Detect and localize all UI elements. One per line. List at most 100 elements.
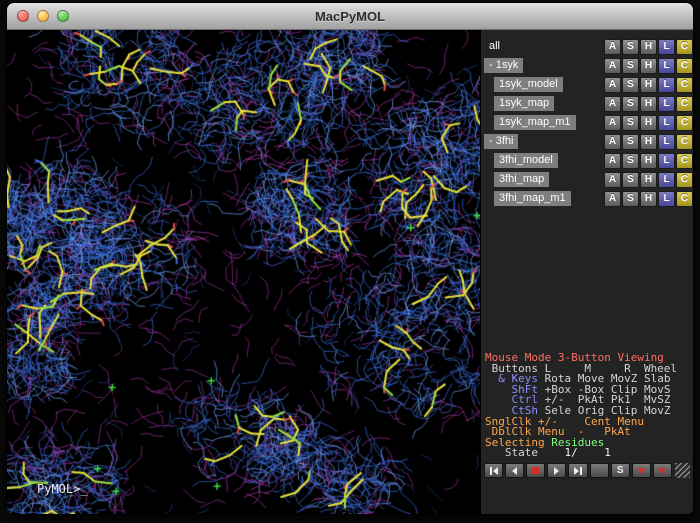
prompt-label: PyMOL> <box>37 482 80 496</box>
movie-button[interactable] <box>590 463 609 478</box>
object-buttons: ASHLC <box>603 115 693 131</box>
l-button[interactable]: L <box>658 115 675 131</box>
h-button[interactable]: H <box>640 191 657 207</box>
l-button[interactable]: L <box>658 134 675 150</box>
skip-start-icon <box>490 467 498 475</box>
object-name[interactable]: 1syk_model <box>494 77 563 92</box>
movie-controls: S <box>481 461 693 480</box>
object-buttons: ASHLC <box>603 172 693 188</box>
l-button[interactable]: L <box>658 191 675 207</box>
c-button[interactable]: C <box>676 191 693 207</box>
step-back-button[interactable] <box>505 463 524 478</box>
a-button[interactable]: A <box>604 96 621 112</box>
menu-down-button-2[interactable] <box>653 463 672 478</box>
c-button[interactable]: C <box>676 58 693 74</box>
a-button[interactable]: A <box>604 172 621 188</box>
s-button[interactable]: S <box>622 39 639 55</box>
c-button[interactable]: C <box>676 134 693 150</box>
s-button[interactable]: S <box>622 134 639 150</box>
object-name[interactable]: 1syk_map <box>494 96 554 111</box>
resize-grip[interactable] <box>675 463 690 478</box>
object-buttons: ASHLC <box>603 58 693 74</box>
s-button[interactable]: S <box>622 77 639 93</box>
c-button[interactable]: C <box>676 96 693 112</box>
l-button[interactable]: L <box>658 39 675 55</box>
scene-button[interactable]: S <box>611 463 630 478</box>
molecular-viewport[interactable]: PyMOL>_ <box>7 30 480 514</box>
l-button[interactable]: L <box>658 153 675 169</box>
a-button[interactable]: A <box>604 39 621 55</box>
l-button[interactable]: L <box>658 96 675 112</box>
object-row-1syk_map_m1: 1syk_map_m1 ASHLC <box>481 114 693 131</box>
object-buttons: ASHLC <box>603 153 693 169</box>
macpymol-window: MacPyMOL PyMOL>_ allASHLC- 1sykASHLC1syk… <box>6 2 694 515</box>
a-button[interactable]: A <box>604 191 621 207</box>
l-button[interactable]: L <box>658 77 675 93</box>
s-button[interactable]: S <box>622 153 639 169</box>
title-bar[interactable]: MacPyMOL <box>7 3 693 30</box>
a-button[interactable]: A <box>604 153 621 169</box>
mouse-panel: Mouse Mode 3-Button Viewing Buttons L M … <box>481 351 693 461</box>
play-icon <box>554 467 559 475</box>
s-button[interactable]: S <box>622 191 639 207</box>
go-to-start-button[interactable] <box>484 463 503 478</box>
c-button[interactable]: C <box>676 115 693 131</box>
panel-spacer <box>481 209 693 351</box>
s-button[interactable]: S <box>622 115 639 131</box>
object-name[interactable]: all <box>484 39 505 54</box>
object-panel-rows: allASHLC- 1sykASHLC1syk_modelASHLC1syk_m… <box>481 30 693 209</box>
h-button[interactable]: H <box>640 58 657 74</box>
play-button[interactable] <box>547 463 566 478</box>
object-name[interactable]: 3fhi_map_m1 <box>494 191 571 206</box>
s-button[interactable]: S <box>622 172 639 188</box>
go-to-end-button[interactable] <box>568 463 587 478</box>
object-buttons: ASHLC <box>603 96 693 112</box>
command-prompt[interactable]: PyMOL>_ <box>37 482 88 496</box>
menu-down-button-1[interactable] <box>632 463 651 478</box>
object-name[interactable]: - 1syk <box>484 58 523 73</box>
window-content: PyMOL>_ allASHLC- 1sykASHLC1syk_modelASH… <box>7 30 693 514</box>
stop-button[interactable] <box>526 463 545 478</box>
object-name[interactable]: - 3fhi <box>484 134 518 149</box>
object-buttons: ASHLC <box>603 39 693 55</box>
close-button[interactable] <box>17 10 29 22</box>
c-button[interactable]: C <box>676 153 693 169</box>
object-row-1syk_model: 1syk_model ASHLC <box>481 76 693 93</box>
a-button[interactable]: A <box>604 134 621 150</box>
object-row-1syk: - 1syk ASHLC <box>481 57 693 74</box>
object-name[interactable]: 3fhi_map <box>494 172 549 187</box>
l-button[interactable]: L <box>658 58 675 74</box>
object-name[interactable]: 3fhi_model <box>494 153 558 168</box>
h-button[interactable]: H <box>640 77 657 93</box>
c-button[interactable]: C <box>676 77 693 93</box>
s-button[interactable]: S <box>622 96 639 112</box>
object-name[interactable]: 1syk_map_m1 <box>494 115 576 130</box>
zoom-button[interactable] <box>57 10 69 22</box>
minimize-button[interactable] <box>37 10 49 22</box>
skip-end-icon <box>574 467 582 475</box>
h-button[interactable]: H <box>640 134 657 150</box>
object-buttons: ASHLC <box>603 134 693 150</box>
a-button[interactable]: A <box>604 58 621 74</box>
l-button[interactable]: L <box>658 172 675 188</box>
a-button[interactable]: A <box>604 115 621 131</box>
object-buttons: ASHLC <box>603 77 693 93</box>
mouse-panel-text: 1/ 1 <box>545 446 611 459</box>
h-button[interactable]: H <box>640 115 657 131</box>
step-back-icon <box>512 467 517 475</box>
h-button[interactable]: H <box>640 96 657 112</box>
h-button[interactable]: H <box>640 172 657 188</box>
c-button[interactable]: C <box>676 39 693 55</box>
blank-icon <box>596 468 602 474</box>
s-button[interactable]: S <box>622 58 639 74</box>
density-mesh-render <box>7 30 480 514</box>
a-button[interactable]: A <box>604 77 621 93</box>
h-button[interactable]: H <box>640 153 657 169</box>
h-button[interactable]: H <box>640 39 657 55</box>
c-button[interactable]: C <box>676 172 693 188</box>
object-row-3fhi_model: 3fhi_model ASHLC <box>481 152 693 169</box>
prompt-cursor: _ <box>80 482 87 496</box>
object-row-3fhi_map: 3fhi_map ASHLC <box>481 171 693 188</box>
tri-down-icon <box>658 468 666 474</box>
object-row-1syk_map: 1syk_map ASHLC <box>481 95 693 112</box>
